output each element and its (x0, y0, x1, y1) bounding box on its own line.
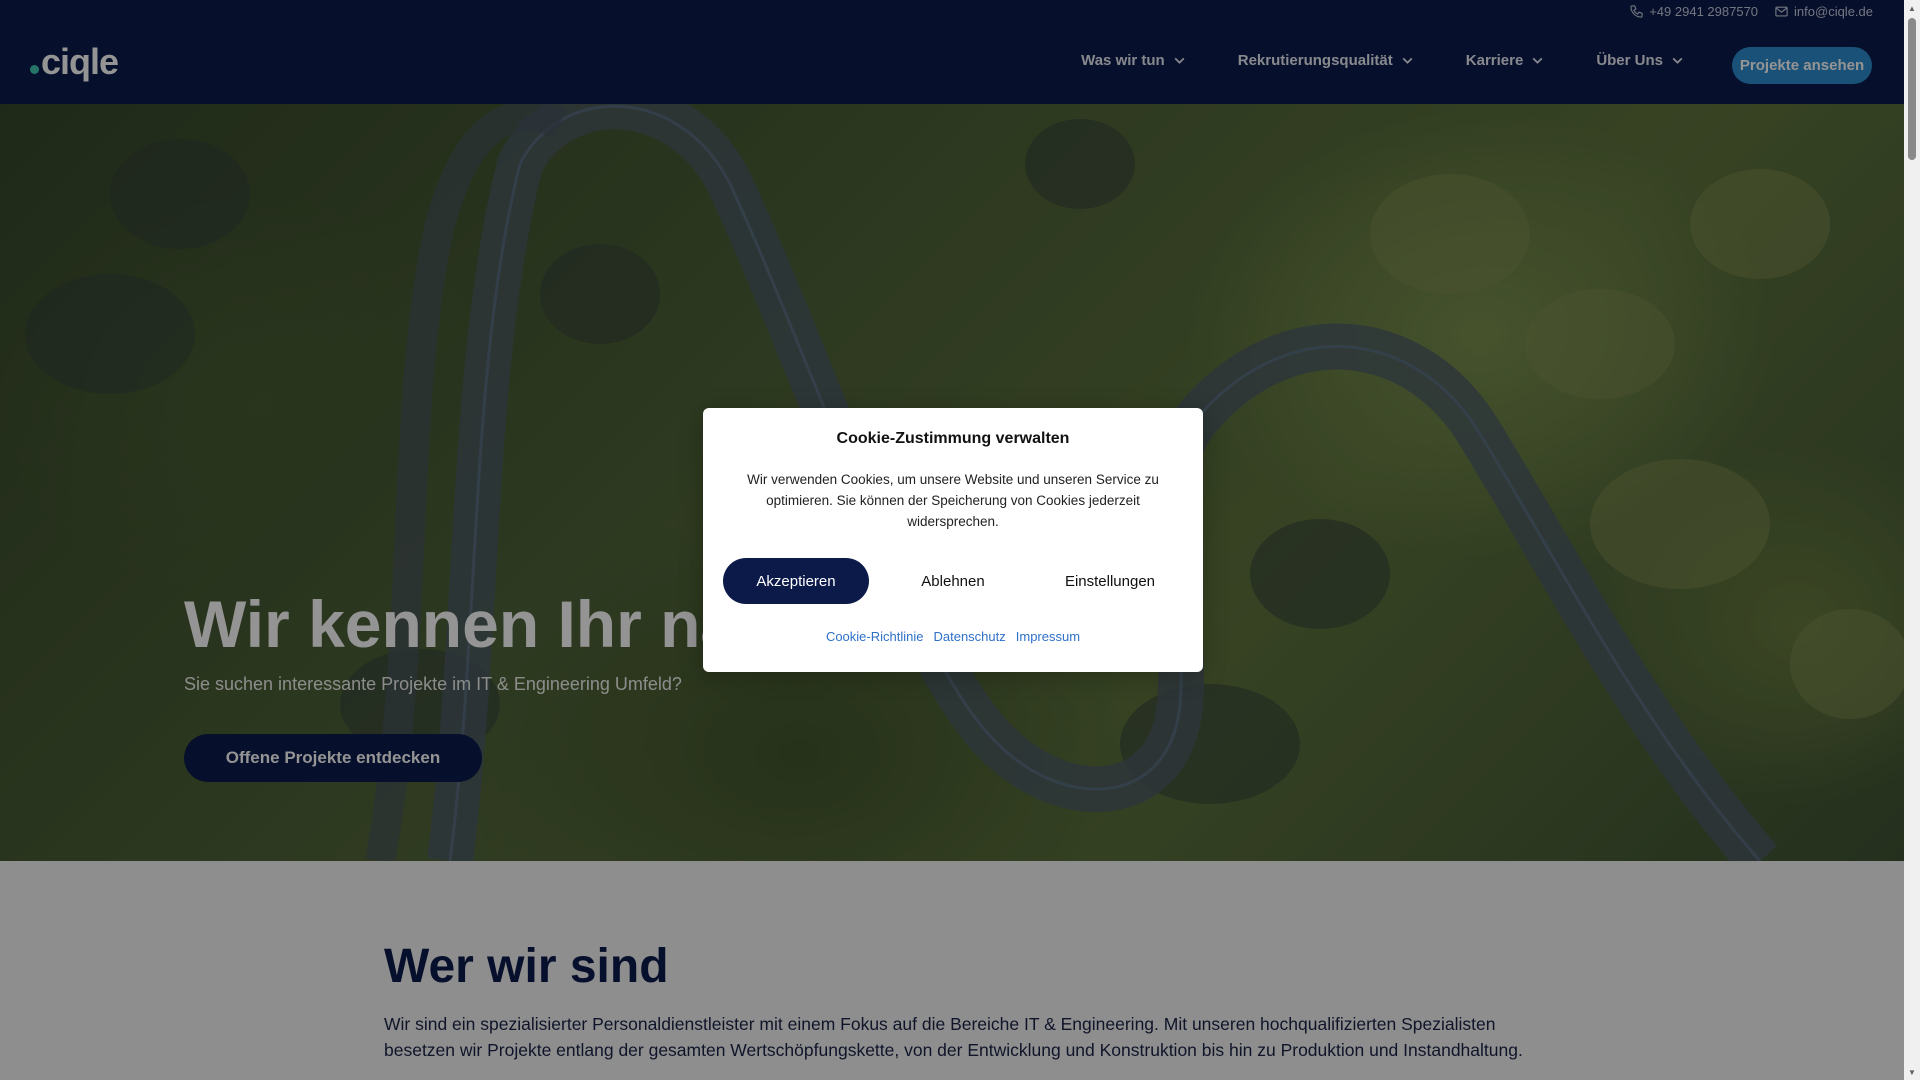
imprint-link[interactable]: Impressum (1016, 629, 1080, 644)
cookie-buttons: Akzeptieren Ablehnen Einstellungen (723, 558, 1183, 604)
scroll-down-arrow-icon[interactable]: ▼ (1904, 1064, 1920, 1080)
cookie-links: Cookie-Richtlinie Datenschutz Impressum (703, 629, 1203, 644)
accept-button[interactable]: Akzeptieren (723, 558, 869, 604)
decline-button[interactable]: Ablehnen (880, 558, 1026, 604)
settings-button[interactable]: Einstellungen (1037, 558, 1183, 604)
privacy-link[interactable]: Datenschutz (933, 629, 1005, 644)
cookie-policy-link[interactable]: Cookie-Richtlinie (826, 629, 924, 644)
cookie-text: Wir verwenden Cookies, um unsere Website… (747, 472, 1159, 529)
cookie-title: Cookie-Zustimmung verwalten (836, 430, 1070, 447)
scrollbar[interactable]: ▲ ▼ (1904, 0, 1920, 1080)
scroll-thumb[interactable] (1908, 18, 1916, 160)
cookie-consent-dialog: Cookie-Zustimmung verwalten Wir verwende… (703, 408, 1203, 672)
scroll-up-arrow-icon[interactable]: ▲ (1904, 0, 1920, 16)
